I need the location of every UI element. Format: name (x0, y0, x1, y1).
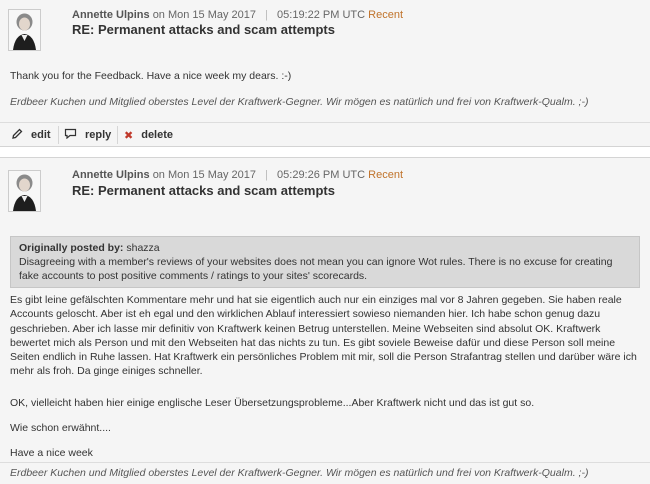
pencil-icon (12, 128, 23, 142)
delete-button[interactable]: ✖ delete (124, 123, 173, 147)
reply-button[interactable]: reply (64, 123, 111, 147)
meta-separator: | (265, 169, 268, 181)
avatar-photo-icon (9, 171, 40, 211)
post-date: on Mon 15 May 2017 (152, 9, 257, 21)
post-paragraph: Wie schon erwähnt.... (10, 422, 111, 434)
post-time: 05:29:26 PM UTC (277, 169, 366, 181)
meta-separator: | (265, 9, 268, 21)
avatar[interactable] (8, 170, 41, 212)
quote-block: Originally posted by: shazza Disagreeing… (10, 236, 640, 288)
delete-label: delete (141, 129, 174, 141)
x-icon: ✖ (124, 129, 134, 142)
avatar[interactable] (8, 9, 41, 51)
quote-text: Disagreeing with a member's reviews of y… (19, 256, 613, 282)
quote-header: Originally posted by: shazza (19, 241, 631, 255)
post-actions: edit reply ✖ delete (0, 123, 650, 147)
divider (0, 462, 650, 463)
author-name[interactable]: Annette Ulpins (72, 169, 150, 181)
speech-bubble-icon (64, 128, 77, 142)
avatar-photo-icon (9, 10, 40, 50)
action-separator (117, 126, 118, 144)
post-title: RE: Permanent attacks and scam attempts (72, 22, 335, 37)
post-paragraph: Have a nice week (10, 447, 93, 459)
post-paragraph: Es gibt leine gefälschten Kommentare meh… (10, 294, 637, 378)
action-separator (58, 126, 59, 144)
post-paragraph: OK, vielleicht haben hier einige englisc… (10, 397, 535, 409)
post-title: RE: Permanent attacks and scam attempts (72, 183, 335, 198)
reply-label: reply (85, 129, 112, 141)
quote-label: Originally posted by: (19, 242, 124, 254)
recent-link[interactable]: Recent (368, 169, 403, 181)
post-time: 05:19:22 PM UTC (277, 9, 366, 21)
edit-label: edit (31, 129, 51, 141)
post-meta: Annette Ulpins on Mon 15 May 2017 | 05:2… (72, 169, 403, 181)
recent-link[interactable]: Recent (368, 9, 403, 21)
edit-button[interactable]: edit (12, 123, 51, 147)
quoted-author: shazza (126, 242, 160, 254)
author-name[interactable]: Annette Ulpins (72, 9, 150, 21)
post-date: on Mon 15 May 2017 (152, 169, 257, 181)
post-meta: Annette Ulpins on Mon 15 May 2017 | 05:1… (72, 9, 403, 21)
forum-post: Annette Ulpins on Mon 15 May 2017 | 05:1… (0, 0, 650, 147)
post-body: Thank you for the Feedback. Have a nice … (10, 70, 292, 82)
post-signature: Erdbeer Kuchen und Mitglied oberstes Lev… (10, 467, 589, 479)
post-signature: Erdbeer Kuchen und Mitglied oberstes Lev… (10, 96, 589, 108)
